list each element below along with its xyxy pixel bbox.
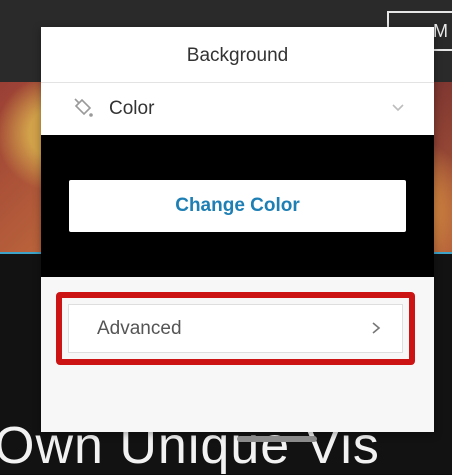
- advanced-button[interactable]: Advanced: [68, 304, 403, 353]
- panel-scroll-indicator: [237, 436, 317, 442]
- paint-bucket-icon: [71, 97, 95, 121]
- advanced-highlight: Advanced: [56, 292, 415, 365]
- color-preview: Change Color: [41, 135, 434, 277]
- chevron-down-icon: [391, 101, 405, 115]
- panel-title: Background: [41, 27, 434, 83]
- change-color-button[interactable]: Change Color: [69, 180, 406, 232]
- background-type-select[interactable]: Color: [41, 83, 434, 136]
- chevron-right-icon: [369, 321, 383, 335]
- background-panel: Background Color Change Color Advanced: [41, 27, 434, 442]
- background-type-value: Color: [109, 98, 155, 119]
- advanced-label: Advanced: [97, 318, 182, 339]
